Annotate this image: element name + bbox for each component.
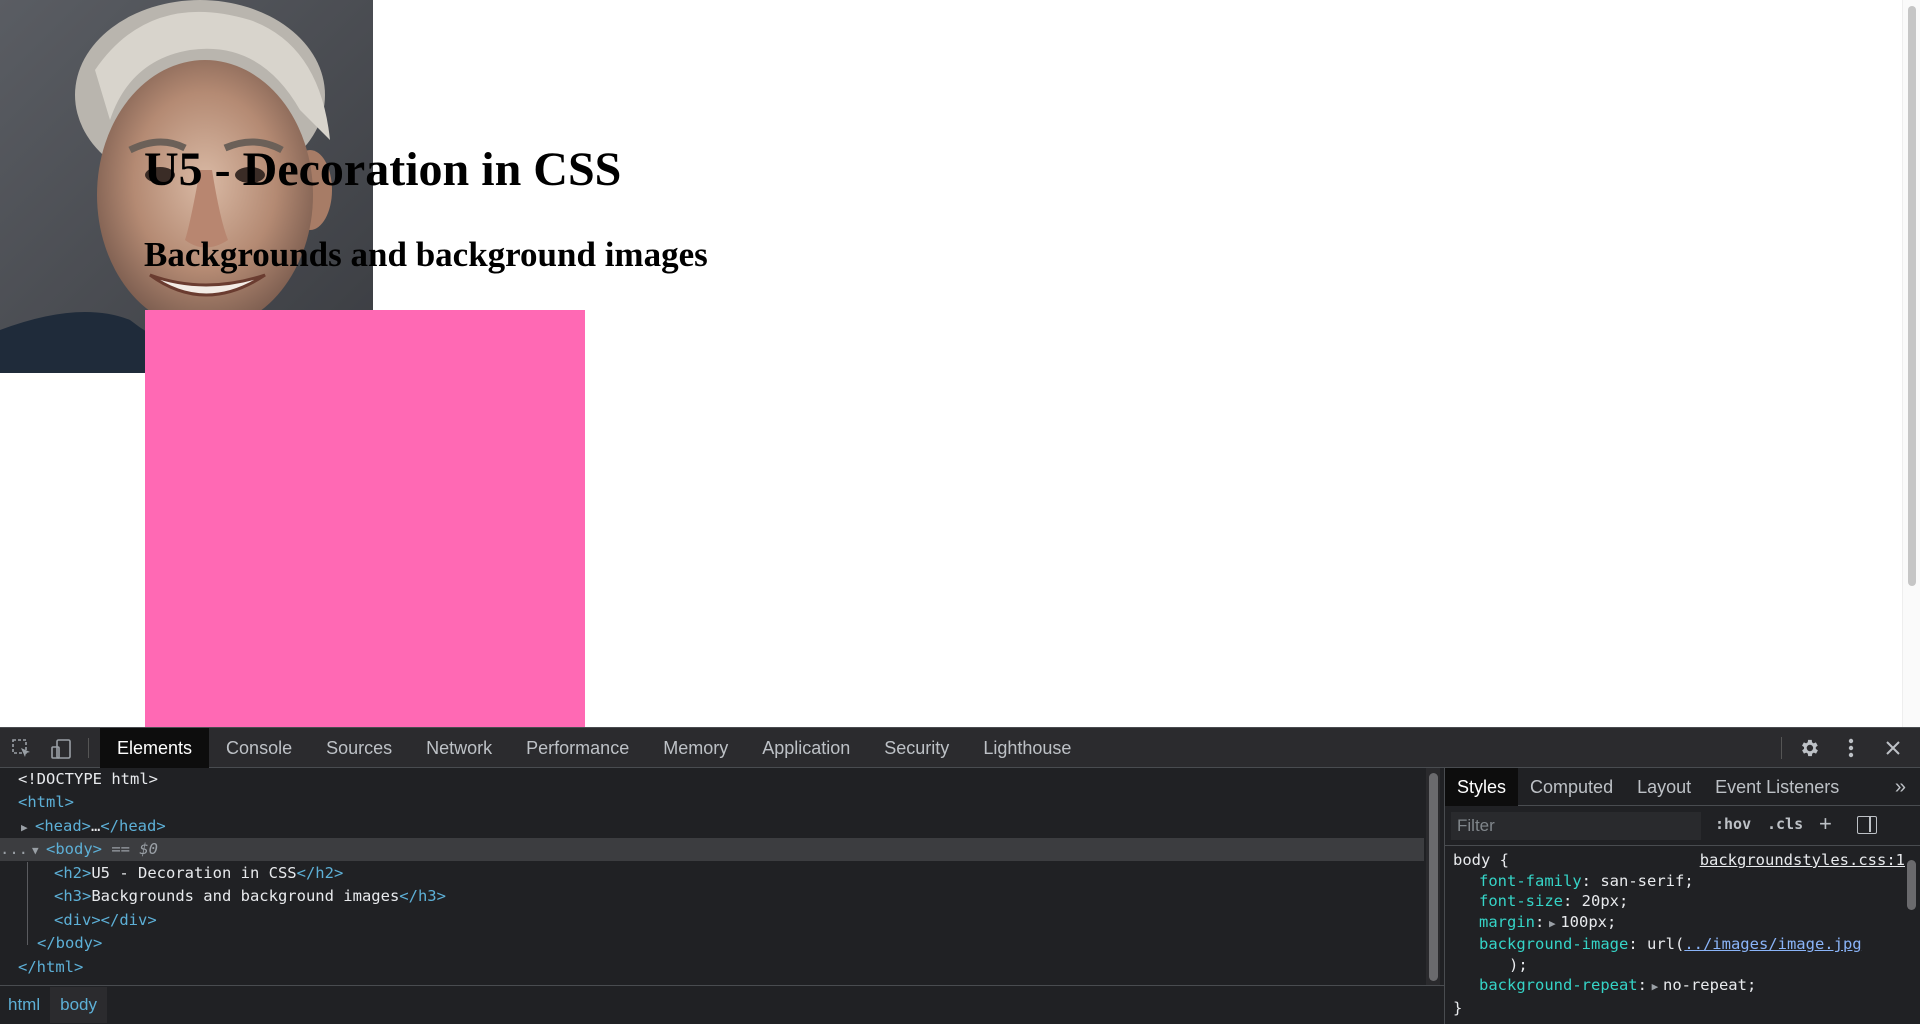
class-toggle-button[interactable]: .cls <box>1767 815 1803 833</box>
declaration-background-image[interactable]: background-image: url(../images/image.jp… <box>1453 934 1905 955</box>
more-tabs-chevron-icon[interactable]: » <box>1895 776 1906 799</box>
h2-text: U5 - Decoration in CSS <box>91 864 297 882</box>
head-close-tag: </head> <box>100 817 166 835</box>
rule-selector-line: body { backgroundstyles.css:1 <box>1453 850 1905 871</box>
hover-state-toggle-button[interactable]: :hov <box>1715 815 1751 833</box>
dom-node-doctype[interactable]: <!DOCTYPE html> <box>0 768 1424 791</box>
property-name: font-family <box>1479 871 1582 890</box>
expand-shorthand-triangle-icon[interactable]: ▶ <box>1544 914 1560 935</box>
head-open-tag: <head> <box>35 817 91 835</box>
url-suffix: ); <box>1509 955 1528 974</box>
toggle-computed-sidebar-icon[interactable] <box>1857 816 1877 834</box>
tab-network[interactable]: Network <box>409 728 509 768</box>
styles-scrollbar-thumb[interactable] <box>1907 860 1916 910</box>
elements-scrollbar-thumb[interactable] <box>1429 773 1438 981</box>
dom-node-h3[interactable]: <h3>Backgrounds and background images</h… <box>0 885 1424 908</box>
image-url-link[interactable]: ../images/image.jpg <box>1684 935 1861 953</box>
device-toolbar-icon[interactable] <box>50 738 72 760</box>
dom-node-html-close[interactable]: </html> <box>0 956 1424 979</box>
body-open-tag: <body> <box>46 840 102 858</box>
declaration-background-repeat[interactable]: background-repeat: ▶ no-repeat; <box>1453 975 1905 998</box>
pink-box-div <box>145 310 585 727</box>
h2-open-tag: <h2> <box>54 864 92 882</box>
indent-guide-line <box>27 862 28 945</box>
elements-dom-tree: <!DOCTYPE html> <html> ▶ <head>…</head> .… <box>0 768 1428 985</box>
devtools-right-controls <box>1781 728 1914 768</box>
collapse-triangle-icon[interactable]: ▼ <box>32 839 46 862</box>
page-scrollbar-thumb[interactable] <box>1908 6 1916 586</box>
property-name: font-size <box>1479 892 1563 910</box>
more-options-kebab-icon[interactable] <box>1830 728 1872 768</box>
tab-elements[interactable]: Elements <box>100 728 210 768</box>
div-tag: <div></div> <box>54 911 157 929</box>
devtools-tabs: Elements Console Sources Network Performance… <box>100 728 1088 768</box>
dom-node-h2[interactable]: <h2>U5 - Decoration in CSS</h2> <box>0 862 1424 885</box>
html-close-tag: </html> <box>18 958 84 976</box>
tab-sources[interactable]: Sources <box>309 728 409 768</box>
devtools-tabbar: Elements Console Sources Network Performance… <box>0 727 1920 768</box>
tab-console[interactable]: Console <box>209 728 309 768</box>
property-value: 20px; <box>1581 892 1629 910</box>
toolbar-divider <box>1781 737 1782 759</box>
doctype-text: <!DOCTYPE html> <box>18 770 158 788</box>
tab-memory[interactable]: Memory <box>646 728 745 768</box>
h3-close-tag: </h3> <box>399 887 446 905</box>
expand-triangle-icon[interactable]: ▶ <box>21 816 35 839</box>
settings-gear-icon[interactable] <box>1788 728 1830 768</box>
declaration-font-family[interactable]: font-family: san-serif; <box>1453 871 1905 892</box>
styles-sidebar: StylesComputedLayoutEvent Listeners » :h… <box>1444 768 1920 1024</box>
property-value: san-serif; <box>1600 871 1694 890</box>
tab-performance[interactable]: Performance <box>509 728 646 768</box>
css-rule-body: body { backgroundstyles.css:1 font-famil… <box>1453 850 1905 1018</box>
selected-node-marker: == $0 <box>111 840 159 858</box>
h3-text: Backgrounds and background images <box>91 887 400 905</box>
page-heading: U5 - Decoration in CSS <box>144 143 622 196</box>
devtools-panel: Elements Console Sources Network Performance… <box>0 727 1920 1024</box>
declaration-font-size[interactable]: font-size: 20px; <box>1453 891 1905 912</box>
styles-filter-toolbar: :hov .cls + <box>1445 806 1920 846</box>
breadcrumb: html body <box>0 985 1444 1023</box>
dom-node-div[interactable]: <div></div> <box>0 909 1424 932</box>
rule-close-brace: } <box>1453 998 1463 1017</box>
dom-node-html[interactable]: <html> <box>0 791 1424 814</box>
breadcrumb-body[interactable]: body <box>50 986 107 1023</box>
h2-close-tag: </h2> <box>296 864 344 882</box>
h3-open-tag: <h3> <box>54 887 92 905</box>
body-close-tag: </body> <box>37 934 103 952</box>
property-name: margin <box>1479 912 1535 931</box>
tab-computed[interactable]: Computed <box>1518 768 1625 806</box>
inspect-element-icon[interactable] <box>11 738 33 760</box>
property-name: background-image <box>1479 935 1629 953</box>
tab-application[interactable]: Application <box>745 728 867 768</box>
declaration-margin[interactable]: margin: ▶ 100px; <box>1453 912 1905 935</box>
url-prefix: url( <box>1646 935 1685 953</box>
property-name: background-repeat <box>1479 976 1638 994</box>
rule-selector[interactable]: body { <box>1453 851 1509 869</box>
tab-event-listeners[interactable]: Event Listeners <box>1703 768 1851 806</box>
styles-sidebar-tabs: Styles Computed Layout Event Listeners <box>1445 768 1920 806</box>
html-open-tag: <html> <box>18 793 74 811</box>
breadcrumb-html[interactable]: html <box>8 987 50 1023</box>
expand-shorthand-triangle-icon[interactable]: ▶ <box>1647 977 1663 998</box>
dom-node-body[interactable]: ... ▼ <body> == $0 <box>0 838 1424 861</box>
dom-node-body-close[interactable]: </body> <box>0 932 1424 955</box>
declaration-background-image-cont: ); <box>1453 955 1905 976</box>
styles-filter-input[interactable] <box>1451 812 1701 840</box>
tab-layout[interactable]: Layout <box>1625 768 1703 806</box>
tab-security[interactable]: Security <box>867 728 966 768</box>
tab-lighthouse[interactable]: Lighthouse <box>966 728 1088 768</box>
new-style-rule-plus-icon[interactable]: + <box>1819 811 1832 837</box>
property-value: 100px; <box>1560 912 1617 931</box>
property-value: no-repeat; <box>1662 976 1757 994</box>
dom-node-head[interactable]: ▶ <head>…</head> <box>0 815 1424 838</box>
page-subheading: Backgrounds and background images <box>144 235 708 274</box>
page-viewport: U5 - Decoration in CSS Backgrounds and b… <box>0 0 1920 727</box>
row-ellipsis[interactable]: ... <box>0 840 32 858</box>
toolbar-divider <box>88 738 89 758</box>
close-devtools-icon[interactable] <box>1872 728 1914 768</box>
head-ellipsis: … <box>91 817 101 835</box>
rule-source-link[interactable]: backgroundstyles.css:1 <box>1700 850 1905 871</box>
tab-styles[interactable]: Styles <box>1445 768 1519 806</box>
